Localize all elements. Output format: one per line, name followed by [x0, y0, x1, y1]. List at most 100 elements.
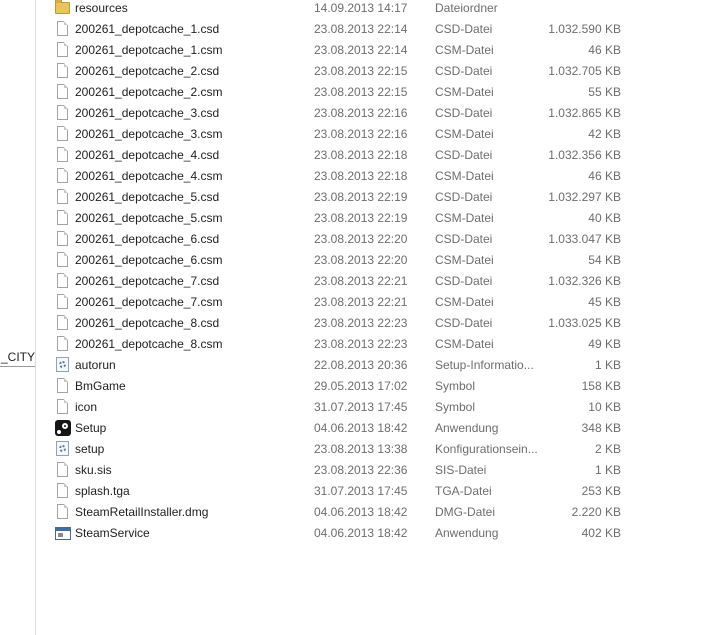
file-icon-cell [54, 292, 72, 313]
file-row[interactable]: 200261_depotcache_7.csd 23.08.2013 22:21 C… [36, 271, 708, 292]
file-icon-cell [54, 145, 72, 166]
file-row[interactable]: 200261_depotcache_5.csd 23.08.2013 22:19 C… [36, 187, 708, 208]
file-icon [57, 504, 68, 519]
file-type: CSM-Datei [435, 43, 494, 57]
file-type: CSM-Datei [435, 295, 494, 309]
file-icon-cell [54, 124, 72, 145]
file-date: 23.08.2013 22:18 [314, 148, 408, 162]
file-type: CSD-Datei [435, 148, 493, 162]
file-row[interactable]: setup 23.08.2013 13:38 Konfigurationsein..… [36, 439, 708, 460]
file-date: 23.08.2013 22:20 [314, 253, 408, 267]
file-date: 23.08.2013 22:20 [314, 232, 408, 246]
file-type: CSM-Datei [435, 211, 494, 225]
file-row[interactable]: 200261_depotcache_2.csm 23.08.2013 22:15 C… [36, 82, 708, 103]
file-row[interactable]: SteamRetailInstaller.dmg 04.06.2013 18:42… [36, 502, 708, 523]
file-date: 23.08.2013 22:18 [314, 169, 408, 183]
file-type: CSD-Datei [435, 316, 493, 330]
file-name: 200261_depotcache_1.csm [75, 43, 223, 57]
file-type: CSD-Datei [435, 190, 493, 204]
file-row[interactable]: splash.tga 31.07.2013 17:45 TGA-Datei 253 K… [36, 481, 708, 502]
file-size: 49 KB [588, 337, 621, 351]
file-row[interactable]: 200261_depotcache_6.csm 23.08.2013 22:20 C… [36, 250, 708, 271]
settings-file-icon [56, 357, 69, 372]
file-size: 2 KB [594, 442, 621, 456]
file-type: Konfigurationsein... [435, 442, 538, 456]
file-icon-cell [54, 313, 72, 334]
file-type: Symbol [435, 379, 476, 393]
file-icon-cell [54, 103, 72, 124]
steam-icon [55, 420, 71, 436]
file-row[interactable]: autorun 22.08.2013 20:36 Setup-Informatio.… [36, 355, 708, 376]
file-type: CSD-Datei [435, 232, 493, 246]
file-icon-cell [54, 229, 72, 250]
file-icon-cell [54, 355, 72, 376]
file-size: 1.032.705 KB [548, 64, 621, 78]
file-icon-cell [54, 19, 72, 40]
file-row[interactable]: 200261_depotcache_3.csm 23.08.2013 22:16 C… [36, 124, 708, 145]
file-row[interactable]: BmGame 29.05.2013 17:02 Symbol 158 KB [36, 376, 708, 397]
file-date: 23.08.2013 22:19 [314, 190, 408, 204]
file-date: 23.08.2013 22:23 [314, 337, 408, 351]
file-row[interactable]: 200261_depotcache_4.csm 23.08.2013 22:18 C… [36, 166, 708, 187]
file-icon [57, 189, 68, 204]
file-row[interactable]: Setup 04.06.2013 18:42 Anwendung 348 KB [36, 418, 708, 439]
file-icon-cell [54, 166, 72, 187]
file-icon-cell [54, 523, 72, 544]
file-list: resources 14.09.2013 14:17 Dateiordner 2002… [36, 0, 708, 635]
file-icon-cell [54, 40, 72, 61]
file-icon-cell [54, 82, 72, 103]
file-size: 46 KB [588, 43, 621, 57]
file-row[interactable]: icon 31.07.2013 17:45 Symbol 10 KB [36, 397, 708, 418]
file-date: 04.06.2013 18:42 [314, 505, 408, 519]
file-type: Dateiordner [435, 1, 498, 15]
file-row[interactable]: 200261_depotcache_6.csd 23.08.2013 22:20 C… [36, 229, 708, 250]
file-icon [57, 399, 68, 414]
file-name: setup [75, 442, 105, 456]
file-type: CSM-Datei [435, 337, 494, 351]
file-row[interactable]: SteamService 04.06.2013 18:42 Anwendung 402… [36, 523, 708, 544]
file-icon [57, 483, 68, 498]
file-icon [57, 294, 68, 309]
file-row[interactable]: 200261_depotcache_8.csd 23.08.2013 22:23 C… [36, 313, 708, 334]
file-date: 23.08.2013 22:19 [314, 211, 408, 225]
file-name: Setup [75, 421, 107, 435]
file-name: SteamService [75, 526, 150, 540]
file-row[interactable]: 200261_depotcache_7.csm 23.08.2013 22:21 C… [36, 292, 708, 313]
file-date: 23.08.2013 22:15 [314, 64, 408, 78]
file-row[interactable]: sku.sis 23.08.2013 22:36 SIS-Datei 1 KB [36, 460, 708, 481]
file-name: 200261_depotcache_4.csm [75, 169, 223, 183]
file-type: Anwendung [435, 526, 499, 540]
file-row[interactable]: 200261_depotcache_8.csm 23.08.2013 22:23 C… [36, 334, 708, 355]
file-type: CSM-Datei [435, 169, 494, 183]
file-date: 14.09.2013 14:17 [314, 1, 408, 15]
file-icon [57, 252, 68, 267]
file-name: 200261_depotcache_8.csd [75, 316, 220, 330]
file-size: 348 KB [581, 421, 621, 435]
file-row[interactable]: 200261_depotcache_1.csd 23.08.2013 22:14 C… [36, 19, 708, 40]
file-icon-cell [54, 0, 72, 19]
nav-item-partial[interactable]: _CITY_ [0, 349, 35, 367]
file-row[interactable]: 200261_depotcache_2.csd 23.08.2013 22:15 C… [36, 61, 708, 82]
file-row[interactable]: 200261_depotcache_3.csd 23.08.2013 22:16 C… [36, 103, 708, 124]
file-icon [57, 210, 68, 225]
file-size: 1.033.047 KB [548, 232, 621, 246]
settings-file-icon [56, 441, 69, 456]
file-name: 200261_depotcache_6.csm [75, 253, 223, 267]
file-type: CSM-Datei [435, 127, 494, 141]
file-name: 200261_depotcache_6.csd [75, 232, 220, 246]
application-icon [55, 527, 71, 540]
file-icon [57, 63, 68, 78]
file-row[interactable]: 200261_depotcache_4.csd 23.08.2013 22:18 C… [36, 145, 708, 166]
file-type: SIS-Datei [435, 463, 487, 477]
file-date: 23.08.2013 22:14 [314, 22, 408, 36]
file-name: 200261_depotcache_8.csm [75, 337, 223, 351]
file-icon [57, 168, 68, 183]
file-type: CSD-Datei [435, 22, 493, 36]
file-type: Symbol [435, 400, 476, 414]
file-size: 46 KB [588, 169, 621, 183]
file-row[interactable]: 200261_depotcache_1.csm 23.08.2013 22:14 C… [36, 40, 708, 61]
file-name: 200261_depotcache_4.csd [75, 148, 220, 162]
file-row[interactable]: resources 14.09.2013 14:17 Dateiordner [36, 0, 708, 19]
file-date: 23.08.2013 22:15 [314, 85, 408, 99]
file-row[interactable]: 200261_depotcache_5.csm 23.08.2013 22:19 C… [36, 208, 708, 229]
